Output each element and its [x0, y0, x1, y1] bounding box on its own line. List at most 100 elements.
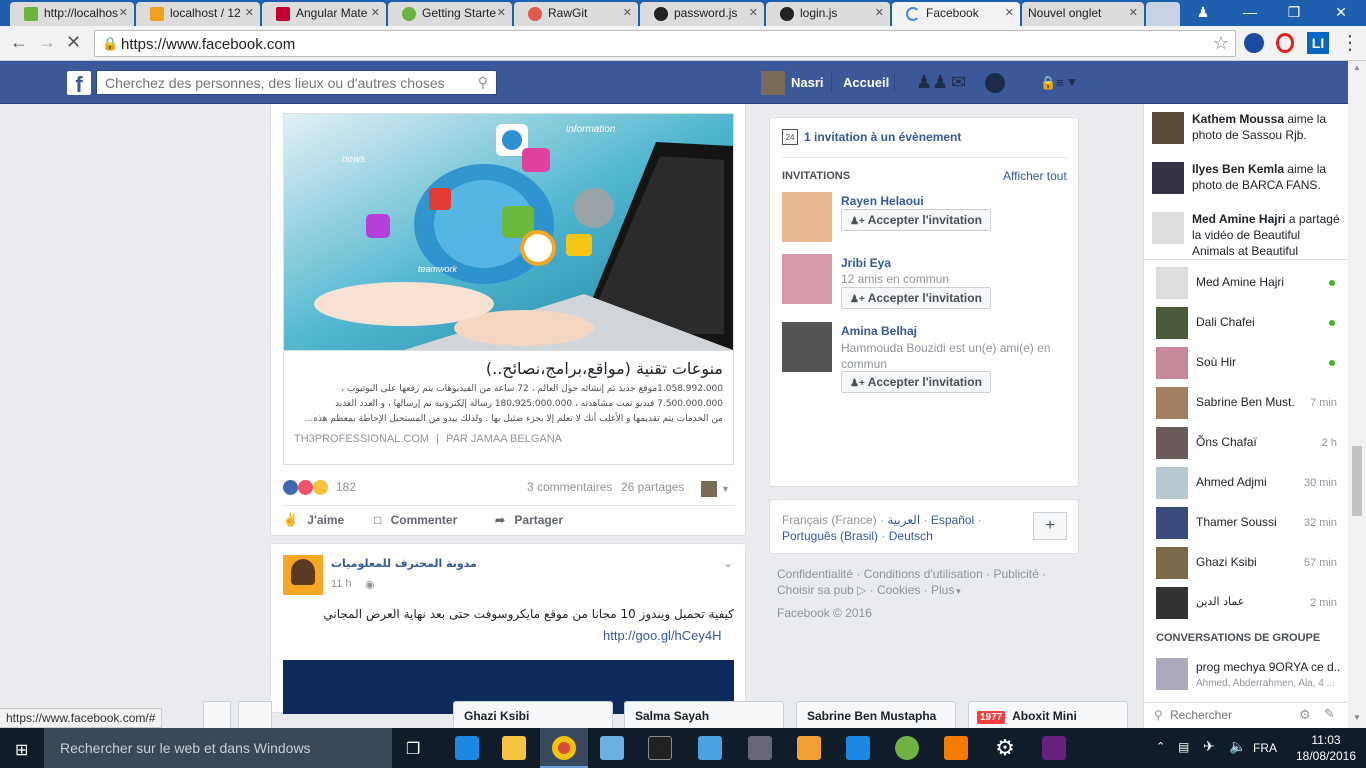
avatar[interactable]	[1152, 112, 1184, 144]
browser-tab[interactable]: localhost / 12 ✕	[136, 2, 260, 26]
avatar[interactable]	[782, 254, 832, 304]
see-all-link[interactable]: Afficher tout	[1003, 169, 1067, 183]
scroll-down-icon[interactable]: ▼	[1353, 713, 1361, 722]
avatar[interactable]	[701, 481, 717, 497]
adchoices-link[interactable]: Choisir sa pub	[777, 583, 854, 597]
invite-person-name[interactable]: Rayen Helaoui	[841, 194, 924, 208]
accept-invitation-button[interactable]: ♟+ Accepter l'invitation	[841, 371, 991, 393]
shares-count[interactable]: 26 partages	[621, 480, 684, 494]
airplane-icon[interactable]: ✈	[1203, 738, 1215, 755]
share-button[interactable]: ➦ Partager	[495, 513, 563, 527]
chevron-up-icon[interactable]: ⌃	[1156, 740, 1165, 753]
cookies-link[interactable]: Cookies	[877, 583, 920, 597]
terminal-icon[interactable]	[648, 736, 672, 760]
language-link[interactable]: العربية	[887, 513, 920, 527]
event-invite-link[interactable]: 1 invitation à un évènement	[804, 130, 961, 144]
language-link[interactable]: Deutsch	[889, 529, 933, 543]
sublime-icon[interactable]	[797, 736, 821, 760]
avatar[interactable]	[1152, 212, 1184, 244]
profile-link[interactable]: Nasri	[791, 75, 824, 90]
window-close-icon[interactable]: ✕	[1316, 0, 1366, 26]
messages-icon[interactable]: ✉	[951, 72, 966, 93]
invite-person-name[interactable]: Jribi Eya	[841, 256, 891, 270]
edge-icon[interactable]	[455, 736, 479, 760]
search-icon[interactable]: ⚲	[478, 74, 488, 91]
browser-tab-active[interactable]: Facebook ✕	[892, 2, 1020, 26]
close-icon[interactable]: ✕	[119, 6, 128, 19]
ads-link[interactable]: Publicité	[993, 567, 1038, 581]
terms-link[interactable]: Conditions d'utilisation	[864, 567, 983, 581]
system-clock[interactable]: 11:03 18/08/2016	[1292, 732, 1360, 764]
scrollbar[interactable]: ▲ ▼	[1348, 61, 1366, 728]
gear-icon[interactable]: ⚙	[1299, 707, 1311, 723]
post-timestamp[interactable]: 11 h	[331, 578, 352, 590]
chat-contact[interactable]: Sabrine Ben Must... 7 min	[1144, 383, 1349, 423]
like-button[interactable]: ✌ J'aime	[283, 513, 344, 527]
notifications-globe-icon[interactable]	[985, 73, 1005, 93]
app-icon[interactable]	[846, 736, 870, 760]
privacy-shortcuts-icon[interactable]: 🔒≡	[1040, 75, 1064, 91]
browser-tab[interactable]: http://localhos ✕	[10, 2, 134, 26]
chevron-down-icon[interactable]: ▼	[721, 484, 730, 494]
forward-icon[interactable]: →	[38, 32, 56, 53]
spring-icon[interactable]	[895, 736, 919, 760]
browser-tab[interactable]: RawGit ✕	[514, 2, 638, 26]
scroll-up-icon[interactable]: ▲	[1353, 63, 1361, 72]
browser-tab[interactable]: Nouvel onglet ✕	[1022, 2, 1144, 26]
post-link[interactable]: http://goo.gl/hCey4H	[603, 628, 722, 643]
page-name-link[interactable]: مدونة المحترف للمعلوميات	[331, 557, 477, 570]
windows-search-box[interactable]: Rechercher sur le web et dans Windows	[44, 728, 392, 768]
xampp-icon[interactable]	[944, 736, 968, 760]
privacy-link[interactable]: Confidentialité	[777, 567, 853, 581]
chat-search-bar[interactable]: ⚲ ⚙ ✎	[1144, 702, 1349, 728]
opera-icon[interactable]	[1276, 33, 1294, 53]
chat-contact[interactable]: Õns Chafaï 2 h	[1144, 423, 1349, 463]
invite-person-name[interactable]: Amina Belhaj	[841, 324, 917, 338]
compose-icon[interactable]: ✎	[1324, 706, 1335, 722]
link-preview[interactable]: information news teamwork منوعات تقنية (…	[283, 113, 734, 465]
chevron-down-icon[interactable]: ▼	[1066, 75, 1078, 89]
chevron-down-icon[interactable]: ⌄	[723, 556, 733, 570]
browser-tab[interactable]: Getting Starte ✕	[388, 2, 512, 26]
browser-tab[interactable]: password.js ✕	[640, 2, 764, 26]
file-explorer-icon[interactable]	[502, 736, 526, 760]
accept-invitation-button[interactable]: ♟+ Accepter l'invitation	[841, 209, 991, 231]
language-link[interactable]: Português (Brasil)	[782, 529, 878, 543]
windows-start-icon[interactable]: ⊞	[15, 740, 28, 760]
close-icon[interactable]: ✕	[1129, 6, 1138, 19]
home-link[interactable]: Accueil	[843, 75, 889, 90]
page-avatar[interactable]	[283, 555, 323, 595]
close-icon[interactable]: ✕	[497, 6, 506, 19]
facebook-search-box[interactable]: ⚲	[96, 70, 497, 95]
chat-contact[interactable]: Med Amine Hajri	[1144, 263, 1349, 303]
chat-tab[interactable]: Salma Sayah	[624, 701, 784, 728]
input-language[interactable]: FRA	[1253, 741, 1277, 755]
chat-tab-overflow[interactable]	[238, 701, 272, 728]
close-icon[interactable]: ✕	[749, 6, 758, 19]
address-bar[interactable]: 🔒 https://www.facebook.com ☆	[94, 30, 1236, 57]
stop-icon[interactable]: ✕	[66, 32, 81, 53]
chat-tab-overflow[interactable]	[203, 701, 231, 728]
close-icon[interactable]: ✕	[875, 6, 884, 19]
more-link[interactable]: Plus	[931, 583, 954, 597]
ticker-item[interactable]: Med Amine Hajri a partagé la vidéo de Be…	[1192, 211, 1342, 259]
app-icon[interactable]	[600, 736, 624, 760]
scrollbar-thumb[interactable]	[1352, 446, 1362, 516]
menu-icon[interactable]: ⋮	[1340, 30, 1360, 55]
bookmark-star-icon[interactable]: ☆	[1213, 33, 1229, 54]
avatar[interactable]	[782, 192, 832, 242]
linkedin-icon[interactable]: LI	[1307, 32, 1329, 54]
chat-contact[interactable]: Dali Chafei	[1144, 303, 1349, 343]
facebook-logo-icon[interactable]: f	[67, 71, 91, 97]
visual-studio-icon[interactable]	[1042, 736, 1066, 760]
chat-contact[interactable]: Thamer Soussi 32 min	[1144, 503, 1349, 543]
friend-requests-icon[interactable]: ♟♟	[916, 72, 948, 93]
group-conversation[interactable]: prog mechya 9ORYA ce d... Ahmed, Abderra…	[1144, 654, 1349, 694]
avatar[interactable]	[761, 71, 785, 95]
ticker-item[interactable]: Ilyes Ben Kemla aime la photo de BARCA F…	[1192, 161, 1342, 193]
language-link[interactable]: Español	[931, 513, 974, 527]
user-icon[interactable]: ♟	[1188, 0, 1218, 26]
close-icon[interactable]: ✕	[245, 6, 254, 19]
close-icon[interactable]: ✕	[623, 6, 632, 19]
app-icon[interactable]	[748, 736, 772, 760]
